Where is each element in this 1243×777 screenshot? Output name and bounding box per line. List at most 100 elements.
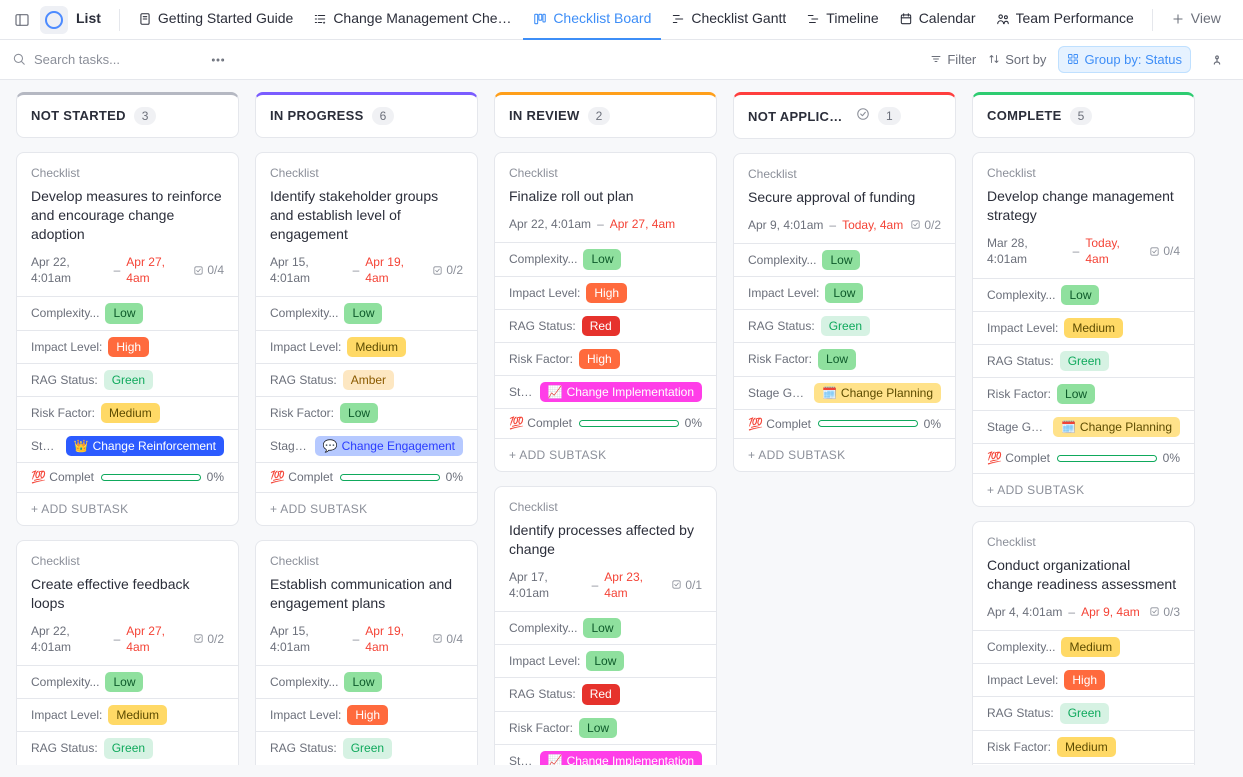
tab-calendar[interactable]: Calendar	[889, 0, 986, 40]
task-card[interactable]: ChecklistFinalize roll out planApr 22, 4…	[494, 152, 717, 472]
field-value[interactable]: High	[579, 349, 620, 369]
field-value[interactable]: Low	[818, 349, 856, 369]
field-value[interactable]: Low	[340, 403, 378, 423]
add-subtask-button[interactable]: + ADD SUBTASK	[973, 473, 1194, 506]
field-value[interactable]: Medium	[1057, 737, 1116, 757]
task-card[interactable]: ChecklistCreate effective feedback loops…	[16, 540, 239, 765]
add-subtask-button[interactable]: + ADD SUBTASK	[495, 438, 716, 471]
field-value[interactable]: Medium	[1064, 318, 1123, 338]
task-card[interactable]: ChecklistSecure approval of fundingApr 9…	[733, 153, 956, 473]
start-date: Apr 15, 4:01am	[270, 254, 347, 286]
tab-list[interactable]: List	[72, 0, 111, 40]
field-value[interactable]: Medium	[108, 705, 167, 725]
field-value[interactable]: Low	[105, 672, 143, 692]
field-value[interactable]: Green	[821, 316, 870, 336]
sort-button[interactable]: Sort by	[988, 51, 1046, 69]
field-value[interactable]: 🗓️Change Planning	[1053, 417, 1180, 437]
field-value[interactable]: Green	[1060, 351, 1109, 371]
tab-checklist-board[interactable]: Checklist Board	[523, 0, 661, 40]
column-in-review: IN REVIEW2 ChecklistFinalize roll out pla…	[494, 92, 717, 765]
add-view-button[interactable]: View	[1161, 0, 1231, 40]
app-icon[interactable]	[40, 6, 68, 34]
field-label: RAG Status:	[987, 353, 1054, 369]
column-title: IN PROGRESS	[270, 107, 364, 125]
tab-label: List	[76, 9, 101, 28]
date-separator: –	[592, 577, 599, 593]
field-value[interactable]: Green	[343, 738, 392, 758]
card-title: Finalize roll out plan	[509, 187, 702, 206]
task-card[interactable]: ChecklistDevelop change management strat…	[972, 152, 1195, 507]
groupby-button[interactable]: Group by: Status	[1058, 46, 1191, 74]
field-value[interactable]: Medium	[1061, 637, 1120, 657]
field-value[interactable]: Medium	[347, 337, 406, 357]
field-value[interactable]: Medium	[101, 403, 160, 423]
column-count: 1	[878, 107, 901, 125]
field-label: RAG Status:	[987, 705, 1054, 721]
card-dates: Apr 15, 4:01am–Apr 19, 4am0/2	[270, 254, 463, 286]
collapse-sidebar-icon[interactable]	[8, 6, 36, 34]
field-value[interactable]: Low	[344, 672, 382, 692]
start-date: Mar 28, 4:01am	[987, 235, 1067, 267]
add-subtask-button[interactable]: + ADD SUBTASK	[17, 492, 238, 525]
column-header[interactable]: IN PROGRESS6	[255, 92, 478, 138]
task-card[interactable]: ChecklistIdentify processes affected by …	[494, 486, 717, 765]
task-card[interactable]: ChecklistConduct organizational change r…	[972, 521, 1195, 765]
field-value[interactable]: Amber	[343, 370, 394, 390]
task-card[interactable]: ChecklistEstablish communication and en­…	[255, 540, 478, 765]
subtask-count: 0/2	[193, 631, 224, 647]
tab-checklist-gantt[interactable]: Checklist Gantt	[661, 0, 796, 40]
custom-field: Impact Level:Medium	[256, 330, 477, 363]
field-value[interactable]: Low	[825, 283, 863, 303]
field-value[interactable]: High	[108, 337, 149, 357]
custom-field: Stage Gate:💬Change Engagement	[256, 429, 477, 462]
more-icon[interactable]	[204, 46, 232, 74]
field-label: Complexity...	[748, 252, 816, 268]
field-value[interactable]: Green	[104, 738, 153, 758]
timeline-icon	[806, 12, 820, 26]
field-value[interactable]: 👑Change Reinforcement	[66, 436, 224, 456]
tab-getting-started-guide[interactable]: Getting Started Guide	[128, 0, 303, 40]
field-value[interactable]: Red	[582, 316, 620, 336]
field-value[interactable]: Low	[586, 651, 624, 671]
field-value[interactable]: Low	[579, 718, 617, 738]
column-header[interactable]: COMPLETE5	[972, 92, 1195, 138]
column-header[interactable]: NOT STARTED3	[16, 92, 239, 138]
field-value[interactable]: Low	[583, 618, 621, 638]
field-value[interactable]: 📈Change Implementation	[540, 751, 702, 765]
field-value[interactable]: Low	[822, 250, 860, 270]
field-value[interactable]: Low	[583, 249, 621, 269]
completion-pct: 0%	[446, 469, 463, 485]
field-value[interactable]: Low	[344, 303, 382, 323]
field-value[interactable]: Green	[1060, 703, 1109, 723]
date-separator: –	[353, 631, 360, 647]
field-value[interactable]: Green	[104, 370, 153, 390]
pill-emoji: 🗓️	[822, 385, 837, 401]
search-input[interactable]	[32, 50, 192, 70]
date-separator: –	[114, 631, 121, 647]
group-icon	[1067, 53, 1079, 65]
column-header[interactable]: NOT APPLICA...1	[733, 92, 956, 139]
filter-button[interactable]: Filter	[930, 51, 976, 69]
field-value[interactable]: Red	[582, 684, 620, 704]
column-header[interactable]: IN REVIEW2	[494, 92, 717, 138]
tab-change-management-checkl[interactable]: Change Management Checkl...	[303, 0, 523, 40]
tab-timeline[interactable]: Timeline	[796, 0, 888, 40]
field-value[interactable]: High	[586, 283, 627, 303]
field-value[interactable]: 📈Change Implementation	[540, 382, 702, 402]
field-value[interactable]: Low	[1057, 384, 1095, 404]
field-value[interactable]: 💬Change Engagement	[315, 436, 463, 456]
field-value[interactable]: High	[1064, 670, 1105, 690]
field-value[interactable]: High	[347, 705, 388, 725]
field-value[interactable]: Low	[1061, 285, 1099, 305]
field-value[interactable]: Low	[105, 303, 143, 323]
custom-field: RAG Status: Green	[973, 696, 1194, 729]
field-value[interactable]: 🗓️Change Planning	[814, 383, 941, 403]
add-subtask-button[interactable]: + ADD SUBTASK	[256, 492, 477, 525]
column-count: 5	[1070, 107, 1093, 125]
settings-icon[interactable]	[1203, 46, 1231, 74]
tab-team-performance[interactable]: Team Performance	[986, 0, 1144, 40]
task-card[interactable]: ChecklistIdentify stakeholder groups and…	[255, 152, 478, 526]
card-title: Identify processes affected by change	[509, 521, 702, 559]
add-subtask-button[interactable]: + ADD SUBTASK	[734, 438, 955, 471]
task-card[interactable]: ChecklistDevelop measures to reinforce a…	[16, 152, 239, 526]
